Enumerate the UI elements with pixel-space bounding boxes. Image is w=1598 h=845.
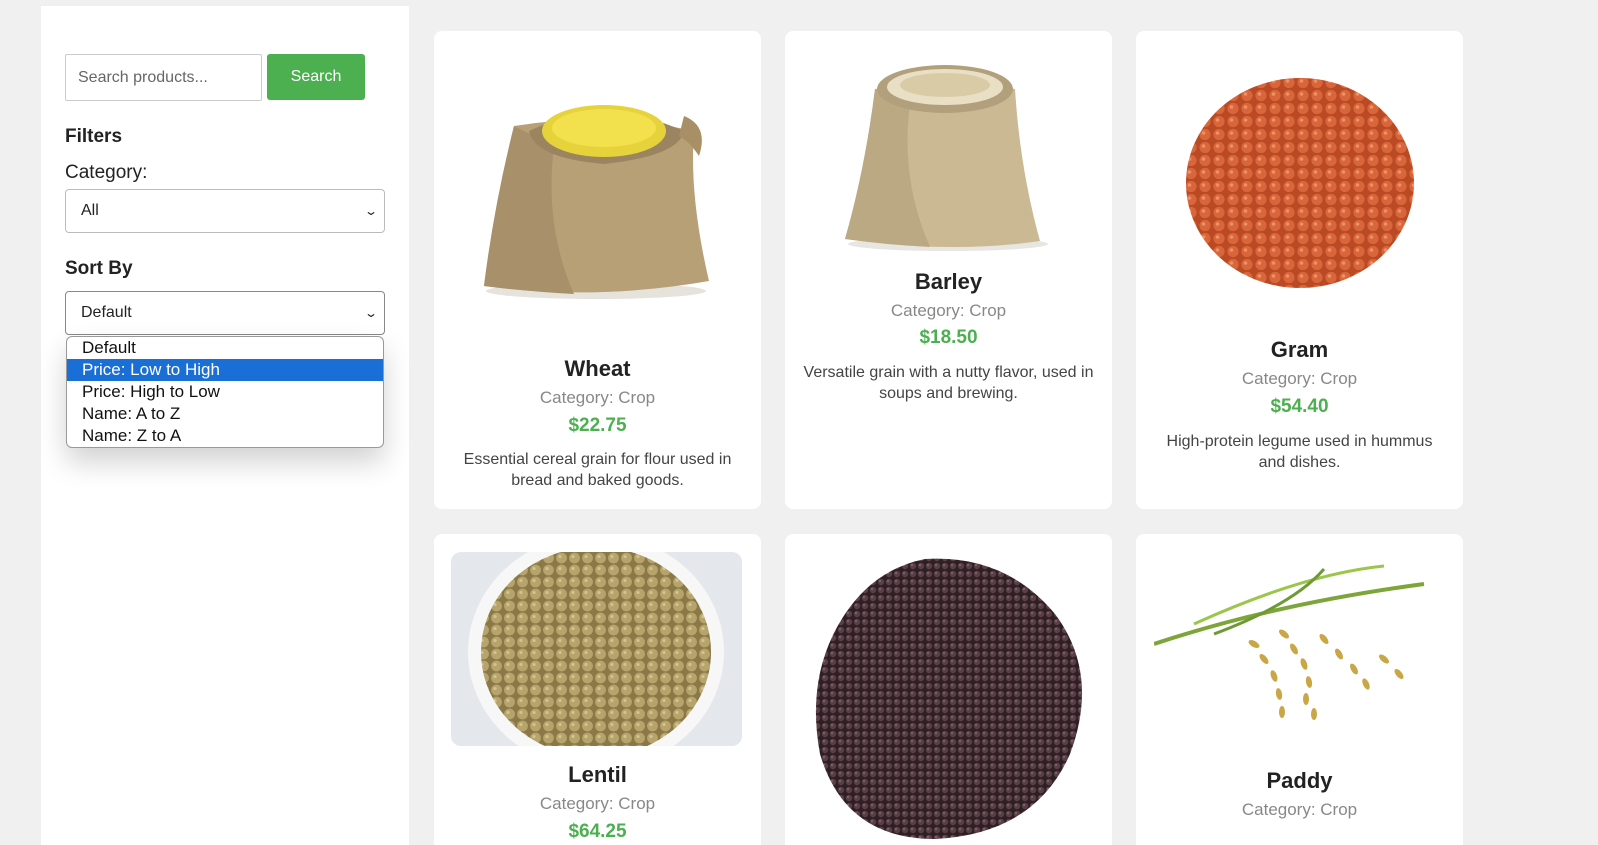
product-price: $64.25 xyxy=(568,821,627,842)
paddy-image xyxy=(1154,564,1425,720)
product-name: Paddy xyxy=(1266,768,1333,793)
category-select[interactable]: All ⌄ xyxy=(65,189,385,233)
filters-heading: Filters xyxy=(65,126,123,147)
search-button[interactable]: Search xyxy=(267,54,365,100)
sort-select-value: Default xyxy=(81,304,132,321)
search-input[interactable] xyxy=(65,54,262,101)
search-row: Search xyxy=(65,54,365,101)
product-name: Barley xyxy=(914,269,983,294)
category-select-value: All xyxy=(81,202,99,219)
sort-option-price-low-high[interactable]: Price: Low to High xyxy=(67,359,383,381)
product-description: High-protein legume used in hummus and d… xyxy=(1166,433,1433,471)
sort-select[interactable]: Default ⌄ xyxy=(65,291,385,335)
product-category: Category: Crop xyxy=(1241,369,1358,388)
product-description: Essential cereal grain for flour used in… xyxy=(463,451,732,489)
sort-option-price-high-low[interactable]: Price: High to Low xyxy=(67,381,383,403)
sort-option-default[interactable]: Default xyxy=(67,337,383,359)
product-card[interactable]: Gram Category: Crop $54.40 High-protein … xyxy=(1136,31,1463,509)
product-card[interactable]: Wheat Category: Crop $22.75 Essential ce… xyxy=(434,31,761,509)
chevron-down-icon: ⌄ xyxy=(363,204,379,218)
product-card[interactable]: Paddy Category: Crop xyxy=(1136,534,1463,845)
product-price: $18.50 xyxy=(919,327,978,348)
mustard-seeds-image xyxy=(815,558,1082,839)
sort-option-name-z-a[interactable]: Name: Z to A xyxy=(67,425,383,447)
gram-image xyxy=(1186,78,1414,288)
sort-dropdown-list: Default Price: Low to High Price: High t… xyxy=(66,336,384,448)
barley-sack-image xyxy=(845,65,1048,251)
product-price: $54.40 xyxy=(1270,396,1329,417)
product-category: Category: Crop xyxy=(890,301,1007,320)
product-name: Wheat xyxy=(564,356,631,381)
product-card[interactable] xyxy=(785,534,1112,845)
category-label: Category: xyxy=(65,162,148,183)
product-category: Category: Crop xyxy=(1241,800,1358,819)
sort-option-name-a-z[interactable]: Name: A to Z xyxy=(67,403,383,425)
product-name: Lentil xyxy=(568,762,627,787)
product-category: Category: Crop xyxy=(539,388,656,407)
chevron-down-icon: ⌄ xyxy=(363,306,379,320)
product-category: Category: Crop xyxy=(539,794,656,813)
wheat-sack-image xyxy=(484,105,709,299)
lentil-bowl-image xyxy=(451,552,742,746)
product-card[interactable]: Lentil Category: Crop $64.25 xyxy=(434,534,761,845)
sort-by-heading: Sort By xyxy=(65,258,133,279)
product-description: Versatile grain with a nutty flavor, use… xyxy=(803,364,1094,402)
product-card[interactable]: Barley Category: Crop $18.50 Versatile g… xyxy=(785,31,1112,509)
product-price: $22.75 xyxy=(568,415,627,436)
product-name: Gram xyxy=(1270,337,1329,362)
